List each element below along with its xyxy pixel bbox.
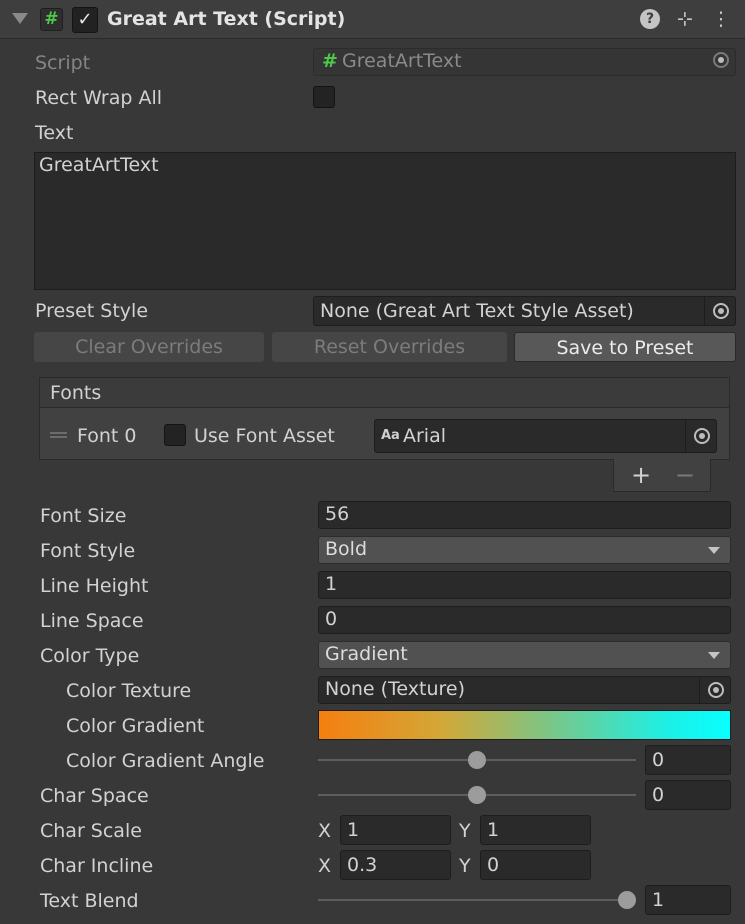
font-asset-icon: Aa (381, 428, 400, 443)
char-space-slider-thumb[interactable] (468, 786, 486, 804)
font-size-label: Font Size (40, 505, 127, 527)
object-picker-icon (708, 682, 724, 698)
char-incline-y-field[interactable]: 0 (480, 850, 591, 880)
help-icon[interactable]: ? (640, 9, 660, 29)
char-incline-x-field[interactable]: 0.3 (340, 850, 451, 880)
color-gradient-angle-field[interactable]: 0 (645, 745, 731, 775)
component-enabled-checkbox[interactable]: ✓ (72, 7, 98, 33)
color-gradient-angle-slider-thumb[interactable] (468, 751, 486, 769)
char-scale-y-field[interactable]: 1 (480, 815, 591, 845)
preset-style-label: Preset Style (35, 300, 149, 322)
script-hash-small-icon: # (322, 50, 338, 72)
clear-overrides-button[interactable]: Clear Overrides (34, 332, 264, 362)
text-blend-field[interactable]: 1 (645, 885, 731, 915)
preset-picker-button[interactable] (704, 297, 735, 325)
component-title: Great Art Text (Script) (107, 8, 346, 30)
font-0-label: Font 0 (77, 425, 137, 447)
script-field: # GreatArtText (313, 48, 736, 76)
char-scale-x-field[interactable]: 1 (340, 815, 451, 845)
color-gradient-swatch[interactable] (318, 710, 731, 740)
char-incline-label: Char Incline (40, 855, 154, 877)
font-picker-button[interactable] (685, 420, 716, 452)
line-height-field[interactable]: 1 (318, 571, 731, 599)
char-scale-label: Char Scale (40, 820, 142, 842)
font-size-field[interactable]: 56 (318, 501, 731, 529)
color-texture-field[interactable]: None (Texture) (318, 676, 731, 704)
presets-icon[interactable]: ⊹ (673, 7, 697, 31)
font-style-value: Bold (325, 538, 367, 560)
char-scale-x-label: X (318, 820, 332, 842)
color-texture-label: Color Texture (66, 680, 192, 702)
line-height-label: Line Height (40, 575, 149, 597)
char-space-label: Char Space (40, 785, 149, 807)
char-scale-y-label: Y (459, 820, 471, 842)
color-type-value: Gradient (325, 643, 408, 665)
char-incline-y-label: Y (459, 855, 471, 877)
script-field-value: GreatArtText (342, 50, 462, 72)
object-picker-icon (713, 303, 729, 319)
rect-wrap-all-label: Rect Wrap All (35, 87, 163, 109)
rect-wrap-all-checkbox[interactable] (313, 86, 335, 108)
script-label: Script (35, 52, 91, 74)
text-label: Text (35, 122, 74, 144)
remove-font-button[interactable]: − (672, 459, 698, 491)
color-gradient-angle-label: Color Gradient Angle (66, 750, 265, 772)
text-blend-label: Text Blend (40, 890, 139, 912)
drag-handle-icon[interactable] (50, 432, 67, 438)
foldout-arrow-icon[interactable] (12, 13, 28, 24)
color-texture-value: None (Texture) (325, 678, 465, 700)
save-to-preset-button[interactable]: Save to Preset (514, 332, 736, 362)
fonts-list-header: Fonts (40, 378, 729, 408)
dropdown-caret-icon (708, 652, 720, 659)
text-area[interactable]: GreatArtText (34, 152, 736, 290)
preset-style-value: None (Great Art Text Style Asset) (320, 300, 634, 322)
more-options-icon[interactable]: ⋮ (709, 7, 733, 31)
char-incline-x-label: X (318, 855, 332, 877)
preset-style-field[interactable]: None (Great Art Text Style Asset) (313, 296, 736, 326)
add-font-button[interactable]: + (628, 459, 654, 491)
text-blend-slider-track[interactable] (318, 899, 636, 901)
text-blend-slider-thumb[interactable] (618, 891, 636, 909)
font-style-label: Font Style (40, 540, 136, 562)
color-gradient-label: Color Gradient (66, 715, 205, 737)
texture-picker-button[interactable] (699, 677, 730, 703)
line-space-label: Line Space (40, 610, 144, 632)
font-value: Arial (403, 425, 447, 447)
object-picker-icon (694, 428, 710, 444)
line-space-field[interactable]: 0 (318, 606, 731, 634)
dropdown-caret-icon (708, 547, 720, 554)
object-picker-icon (713, 52, 729, 68)
use-font-asset-checkbox[interactable] (164, 424, 186, 446)
font-object-field[interactable]: Aa Arial (374, 419, 717, 453)
font-style-dropdown[interactable]: Bold (318, 536, 731, 564)
char-space-field[interactable]: 0 (645, 780, 731, 810)
color-type-label: Color Type (40, 645, 140, 667)
script-hash-icon: # (40, 8, 63, 31)
color-type-dropdown[interactable]: Gradient (318, 641, 731, 669)
use-font-asset-label: Use Font Asset (194, 425, 335, 447)
reset-overrides-button[interactable]: Reset Overrides (272, 332, 507, 362)
